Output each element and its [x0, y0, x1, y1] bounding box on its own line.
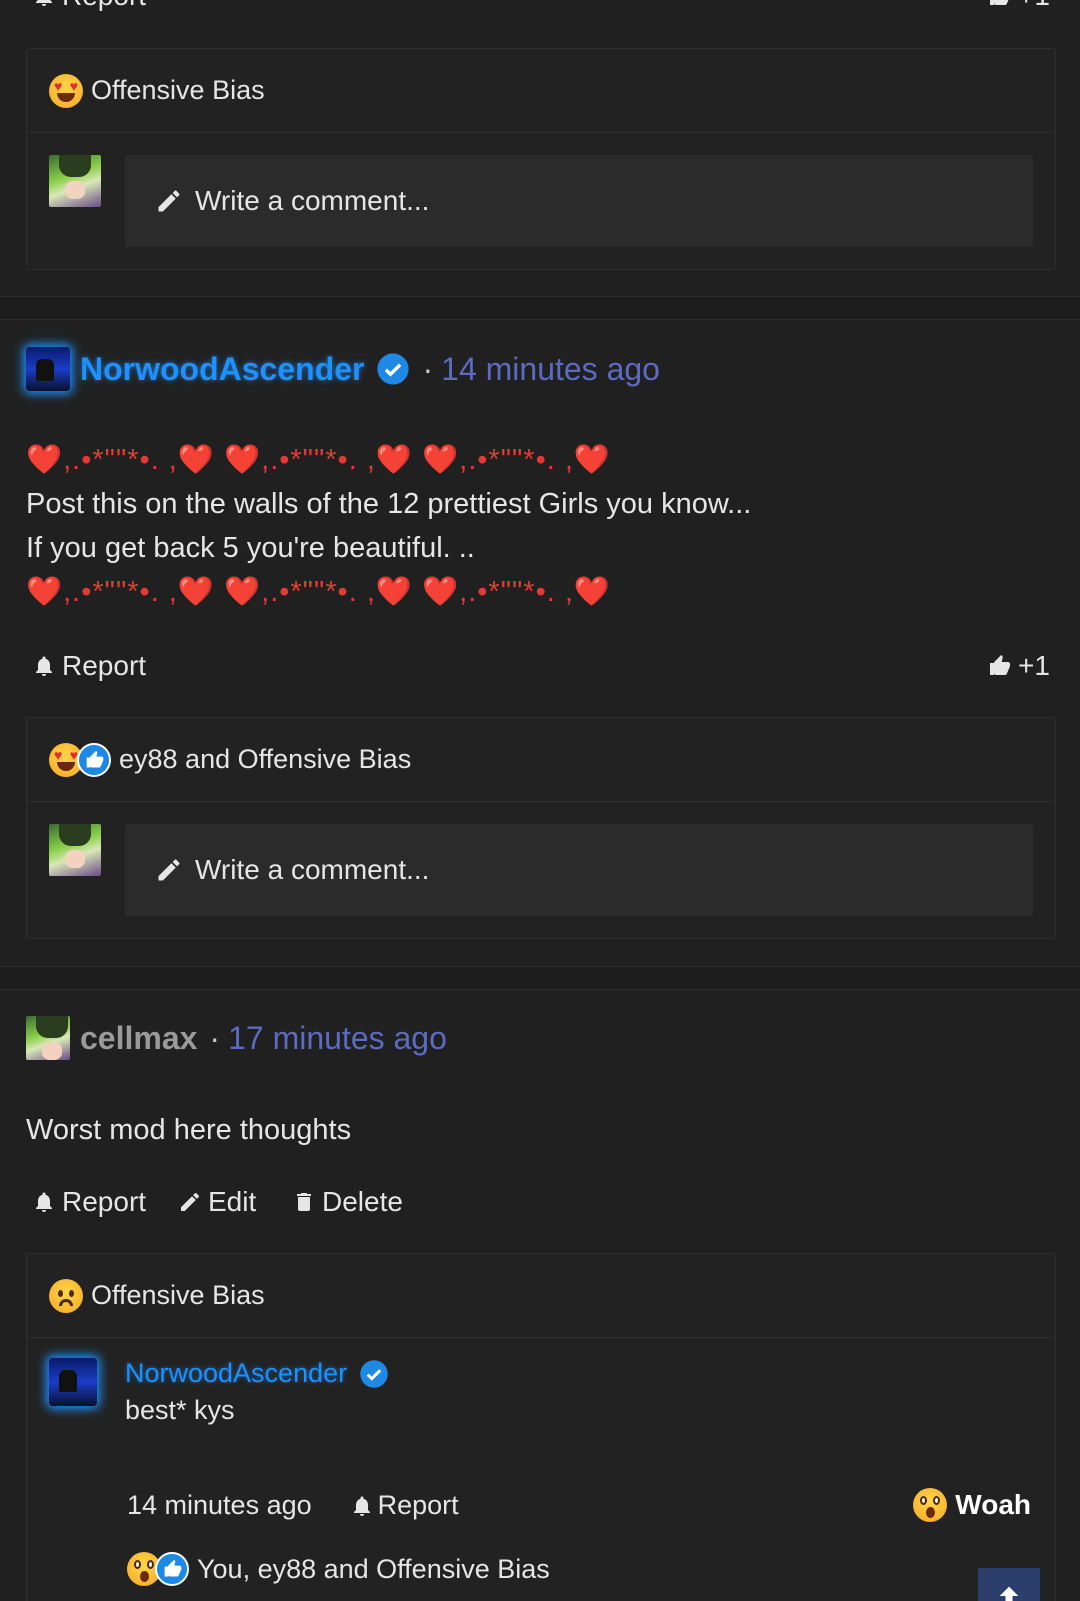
separator-dot: ·: [209, 1019, 221, 1056]
reply-reaction-summary[interactable]: You, ey88 and Offensive Bias: [127, 1552, 550, 1586]
write-comment-row: Write a comment...: [27, 133, 1055, 269]
current-user-avatar: [49, 824, 101, 876]
bell-icon: [36, 656, 52, 676]
delete-label: Delete: [322, 1186, 403, 1217]
reaction-summary[interactable]: Offensive Bias: [27, 1254, 1055, 1338]
write-comment-placeholder: Write a comment...: [195, 854, 430, 885]
report-button[interactable]: Report: [32, 650, 146, 682]
post1-actions: Report +1: [0, 0, 1080, 20]
hearts-line: ❤️,.•*""*•. ,❤️ ❤️,.•*""*•. ,❤️ ❤️,.•*""…: [26, 444, 612, 476]
reply-text: best* kys: [125, 1395, 235, 1425]
edit-button[interactable]: Edit: [178, 1186, 256, 1218]
body-line: Post this on the walls of the 12 prettie…: [26, 488, 752, 520]
reaction-summary[interactable]: ey88 and Offensive Bias: [27, 718, 1055, 802]
separator-dot: ·: [422, 350, 434, 387]
heart-eyes-emoji-icon: [49, 73, 83, 108]
bell-icon: [36, 1192, 52, 1212]
post3-body: Worst mod here thoughts: [26, 1108, 1056, 1152]
thumbs-up-icon: [990, 0, 1009, 5]
reactors-text: Offensive Bias: [91, 1280, 265, 1310]
reaction-label: Woah: [955, 1489, 1031, 1520]
reactors-text: ey88 and Offensive Bias: [119, 744, 412, 774]
report-label: Report: [377, 1490, 459, 1520]
report-label: Report: [62, 0, 146, 12]
post3-comment-box: Offensive Bias NorwoodAscender best* kys…: [26, 1253, 1056, 1601]
reply-meta: 14 minutes ago Report: [127, 1490, 459, 1521]
report-button[interactable]: Report: [32, 0, 146, 12]
reply-content: NorwoodAscender best* kys: [125, 1358, 389, 1426]
like-button[interactable]: +1: [988, 650, 1050, 682]
post2-comment-box: ey88 and Offensive Bias Write a comment.…: [26, 717, 1056, 939]
edit-label: Edit: [208, 1186, 257, 1217]
post1-comment-box: Offensive Bias Write a comment...: [26, 48, 1056, 270]
verified-badge-icon: [377, 353, 410, 385]
pencil-icon: [181, 1192, 199, 1211]
scroll-to-top-button[interactable]: [978, 1568, 1040, 1601]
reactors-text: Offensive Bias: [91, 75, 265, 105]
like-emoji-icon: [77, 742, 111, 777]
reply-author-avatar[interactable]: [49, 1358, 97, 1406]
author-avatar[interactable]: [26, 347, 70, 391]
arrow-up-icon: [999, 1586, 1019, 1601]
reply-comment: [49, 1358, 97, 1406]
wow-emoji-icon: [913, 1488, 948, 1522]
report-button[interactable]: Report: [32, 1186, 146, 1218]
bell-icon: [353, 1496, 370, 1516]
thumbs-up-icon: [990, 655, 1010, 675]
write-comment-placeholder: Write a comment...: [195, 185, 430, 216]
post-separator: [0, 966, 1080, 990]
reactors-text: You, ey88 and Offensive Bias: [197, 1553, 550, 1584]
body-text: Worst mod here thoughts: [26, 1114, 352, 1146]
like-emoji-icon: [155, 1552, 189, 1586]
report-label: Report: [62, 1186, 147, 1217]
body-line: If you get back 5 you're beautiful. ..: [26, 532, 475, 564]
bell-icon: [36, 0, 52, 6]
pencil-icon: [158, 859, 180, 881]
author-avatar[interactable]: [26, 1016, 70, 1060]
delete-button[interactable]: Delete: [292, 1186, 403, 1218]
like-count: +1: [1018, 650, 1050, 681]
post2-header: NorwoodAscender · 14 minutes ago: [26, 347, 660, 391]
post-time[interactable]: 14 minutes ago: [441, 351, 660, 388]
report-label: Report: [62, 650, 147, 681]
reply-time[interactable]: 14 minutes ago: [127, 1490, 312, 1521]
reply-author[interactable]: NorwoodAscender: [125, 1358, 389, 1389]
post-separator: [0, 296, 1080, 320]
author-name[interactable]: NorwoodAscender: [80, 351, 364, 388]
sad-emoji-icon: [49, 1278, 83, 1313]
woah-reaction-button[interactable]: Woah: [913, 1488, 1031, 1522]
post3-header: cellmax · 17 minutes ago: [26, 1016, 447, 1060]
reaction-summary[interactable]: Offensive Bias: [27, 49, 1055, 133]
like-button[interactable]: +1: [988, 0, 1050, 12]
hearts-line: ❤️,.•*""*•. ,❤️ ❤️,.•*""*•. ,❤️ ❤️,.•*""…: [26, 576, 612, 608]
author-name[interactable]: cellmax: [80, 1020, 197, 1057]
trash-icon: [297, 1193, 311, 1211]
pencil-icon: [158, 190, 180, 212]
current-user-avatar: [49, 155, 101, 207]
write-comment-input[interactable]: Write a comment...: [125, 155, 1033, 247]
reply-report-button[interactable]: Report: [350, 1490, 459, 1521]
write-comment-row: Write a comment...: [27, 802, 1055, 938]
reply-author-name[interactable]: NorwoodAscender: [125, 1358, 347, 1389]
verified-badge-icon: [360, 1359, 388, 1388]
post-time[interactable]: 17 minutes ago: [228, 1020, 447, 1057]
post2-body: ❤️,.•*""*•. ,❤️ ❤️,.•*""*•. ,❤️ ❤️,.•*""…: [26, 438, 1056, 614]
like-count: +1: [1018, 0, 1050, 12]
write-comment-input[interactable]: Write a comment...: [125, 824, 1033, 916]
